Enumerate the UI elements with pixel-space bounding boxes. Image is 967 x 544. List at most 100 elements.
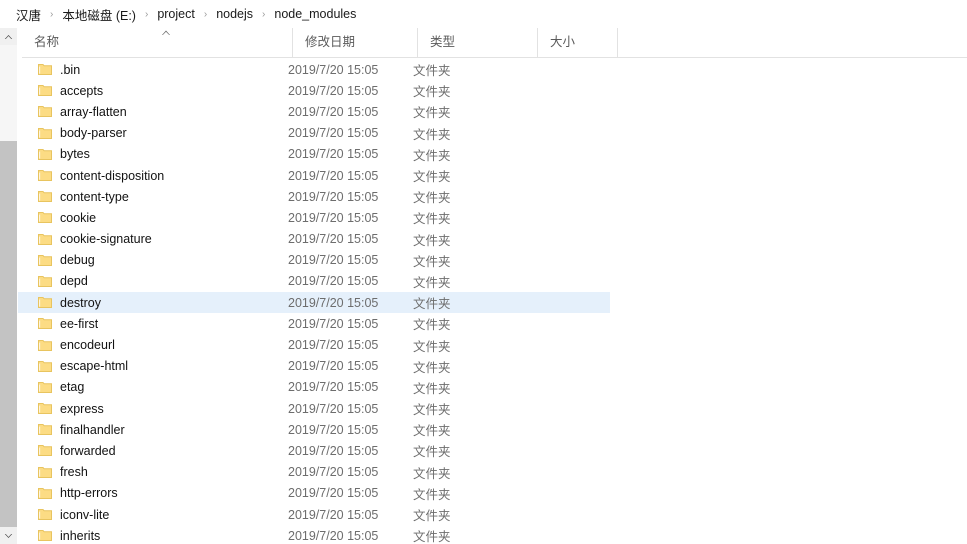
column-header-name-label: 名称 [34, 35, 60, 49]
cell-name[interactable]: fresh [18, 465, 288, 479]
cell-date-modified: 2019/7/20 15:05 [288, 359, 379, 374]
table-row[interactable]: express 2019/7/20 15:05 文件夹 [18, 398, 610, 419]
cell-type: 文件夹 [413, 509, 451, 524]
breadcrumb-item-3[interactable]: nodejs [214, 6, 255, 22]
cell-name[interactable]: escape-html [18, 359, 288, 373]
table-row[interactable]: content-disposition 2019/7/20 15:05 文件夹 [18, 165, 610, 186]
breadcrumb-item-4[interactable]: node_modules [272, 6, 358, 22]
table-row[interactable]: escape-html 2019/7/20 15:05 文件夹 [18, 356, 610, 377]
table-row[interactable]: content-type 2019/7/20 15:05 文件夹 [18, 186, 610, 207]
table-row[interactable]: fresh 2019/7/20 15:05 文件夹 [18, 462, 610, 483]
folder-icon [38, 508, 52, 521]
cell-name[interactable]: etag [18, 380, 288, 394]
table-row[interactable]: destroy 2019/7/20 15:05 文件夹 [18, 292, 610, 314]
table-row[interactable]: finalhandler 2019/7/20 15:05 文件夹 [18, 419, 610, 440]
table-row[interactable]: debug 2019/7/20 15:05 文件夹 [18, 250, 610, 271]
vertical-scrollbar[interactable] [0, 28, 17, 544]
folder-icon [38, 381, 52, 394]
breadcrumb-separator-icon: › [262, 8, 266, 20]
table-row[interactable]: array-flatten 2019/7/20 15:05 文件夹 [18, 101, 610, 122]
table-row[interactable]: depd 2019/7/20 15:05 文件夹 [18, 271, 610, 292]
cell-date-modified: 2019/7/20 15:05 [288, 295, 379, 310]
cell-name[interactable]: array-flatten [18, 105, 288, 119]
cell-type: 文件夹 [413, 254, 451, 269]
cell-name[interactable]: bytes [18, 147, 288, 161]
cell-type: 文件夹 [413, 212, 451, 227]
cell-name[interactable]: ee-first [18, 317, 288, 331]
table-row[interactable]: accepts 2019/7/20 15:05 文件夹 [18, 80, 610, 101]
table-row[interactable]: inherits 2019/7/20 15:05 文件夹 [18, 525, 610, 544]
cell-name[interactable]: content-type [18, 190, 288, 204]
table-row[interactable]: bytes 2019/7/20 15:05 文件夹 [18, 144, 610, 165]
file-name-label: http-errors [60, 486, 118, 501]
table-row[interactable]: http-errors 2019/7/20 15:05 文件夹 [18, 483, 610, 504]
scrollbar-track[interactable] [0, 45, 17, 527]
table-row[interactable]: cookie 2019/7/20 15:05 文件夹 [18, 207, 610, 228]
file-name-label: cookie-signature [60, 232, 152, 247]
cell-name[interactable]: http-errors [18, 486, 288, 500]
table-row[interactable]: .bin 2019/7/20 15:05 文件夹 [18, 59, 610, 80]
breadcrumb-item-1[interactable]: 本地磁盘 (E:) [60, 4, 138, 25]
file-name-label: debug [60, 253, 95, 268]
folder-icon [38, 211, 52, 224]
folder-icon [38, 487, 52, 500]
cell-type: 文件夹 [413, 466, 451, 481]
cell-name[interactable]: finalhandler [18, 423, 288, 437]
scrollbar-thumb[interactable] [0, 45, 17, 141]
table-row[interactable]: body-parser 2019/7/20 15:05 文件夹 [18, 123, 610, 144]
column-header-date-modified[interactable]: 修改日期 [292, 28, 417, 57]
column-header-date-modified-label: 修改日期 [305, 35, 356, 49]
cell-date-modified: 2019/7/20 15:05 [288, 253, 379, 268]
table-row[interactable]: forwarded 2019/7/20 15:05 文件夹 [18, 440, 610, 461]
cell-date-modified: 2019/7/20 15:05 [288, 465, 379, 480]
cell-name[interactable]: .bin [18, 63, 288, 77]
table-row[interactable]: etag 2019/7/20 15:05 文件夹 [18, 377, 610, 398]
table-row[interactable]: encodeurl 2019/7/20 15:05 文件夹 [18, 334, 610, 355]
cell-name[interactable]: body-parser [18, 126, 288, 140]
file-name-label: iconv-lite [60, 507, 110, 522]
cell-type: 文件夹 [413, 445, 451, 460]
breadcrumb-item-2[interactable]: project [155, 6, 197, 22]
cell-name[interactable]: cookie [18, 211, 288, 225]
folder-icon [38, 466, 52, 479]
scrollbar-up-arrow-button[interactable] [0, 28, 17, 45]
column-header-size[interactable]: 大小 [537, 28, 617, 57]
file-list[interactable]: .bin 2019/7/20 15:05 文件夹 accepts 2019/7/20 1… [18, 59, 967, 544]
file-name-label: accepts [60, 83, 104, 98]
cell-name[interactable]: debug [18, 253, 288, 267]
file-name-label: .bin [60, 62, 81, 77]
table-row[interactable]: ee-first 2019/7/20 15:05 文件夹 [18, 313, 610, 334]
cell-name[interactable]: express [18, 402, 288, 416]
breadcrumb-item-0[interactable]: 汉唐 [14, 4, 43, 25]
cell-date-modified: 2019/7/20 15:05 [288, 401, 379, 416]
chevron-down-icon [4, 533, 13, 539]
cell-date-modified: 2019/7/20 15:05 [288, 126, 379, 141]
folder-icon [38, 254, 52, 267]
cell-name[interactable]: iconv-lite [18, 508, 288, 522]
cell-type: 文件夹 [413, 127, 451, 142]
scrollbar-down-arrow-button[interactable] [0, 527, 17, 544]
folder-icon [38, 169, 52, 182]
file-name-label: express [60, 401, 104, 416]
cell-name[interactable]: inherits [18, 529, 288, 543]
column-header-type-label: 类型 [430, 35, 456, 49]
cell-name[interactable]: accepts [18, 84, 288, 98]
cell-name[interactable]: cookie-signature [18, 232, 288, 246]
cell-name[interactable]: destroy [18, 296, 288, 310]
column-header-name[interactable]: 名称 [22, 28, 292, 57]
cell-type: 文件夹 [413, 64, 451, 79]
file-name-label: escape-html [60, 359, 129, 374]
cell-name[interactable]: depd [18, 274, 288, 288]
cell-date-modified: 2019/7/20 15:05 [288, 147, 379, 162]
cell-name[interactable]: forwarded [18, 444, 288, 458]
cell-name[interactable]: encodeurl [18, 338, 288, 352]
file-name-label: ee-first [60, 316, 99, 331]
table-row[interactable]: iconv-lite 2019/7/20 15:05 文件夹 [18, 504, 610, 525]
cell-date-modified: 2019/7/20 15:05 [288, 422, 379, 437]
column-header-type[interactable]: 类型 [417, 28, 537, 57]
cell-type: 文件夹 [413, 170, 451, 185]
cell-type: 文件夹 [413, 233, 451, 248]
cell-date-modified: 2019/7/20 15:05 [288, 104, 379, 119]
table-row[interactable]: cookie-signature 2019/7/20 15:05 文件夹 [18, 229, 610, 250]
cell-name[interactable]: content-disposition [18, 169, 288, 183]
